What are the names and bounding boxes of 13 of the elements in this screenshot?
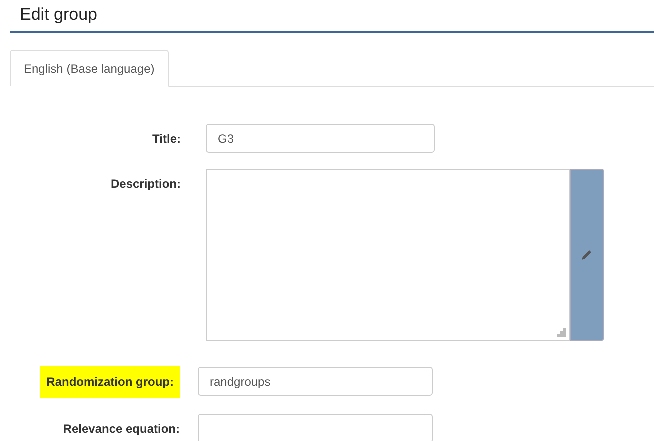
text-field[interactable]	[198, 414, 433, 441]
editor-button[interactable]	[570, 169, 604, 341]
language-tab[interactable]: English (Base language)	[10, 50, 169, 87]
text-field[interactable]: G3	[206, 124, 435, 153]
page-heading: Edit group	[10, 0, 654, 33]
field-label: Description:	[110, 177, 181, 191]
field-label: Randomization group:	[40, 366, 180, 398]
field-label: Title:	[152, 132, 181, 146]
field-label: Relevance equation:	[63, 422, 180, 436]
pencil-icon	[581, 249, 593, 261]
text-field[interactable]: randgroups	[198, 367, 433, 396]
resize-grip-icon	[557, 328, 566, 337]
description-field[interactable]	[206, 169, 570, 341]
